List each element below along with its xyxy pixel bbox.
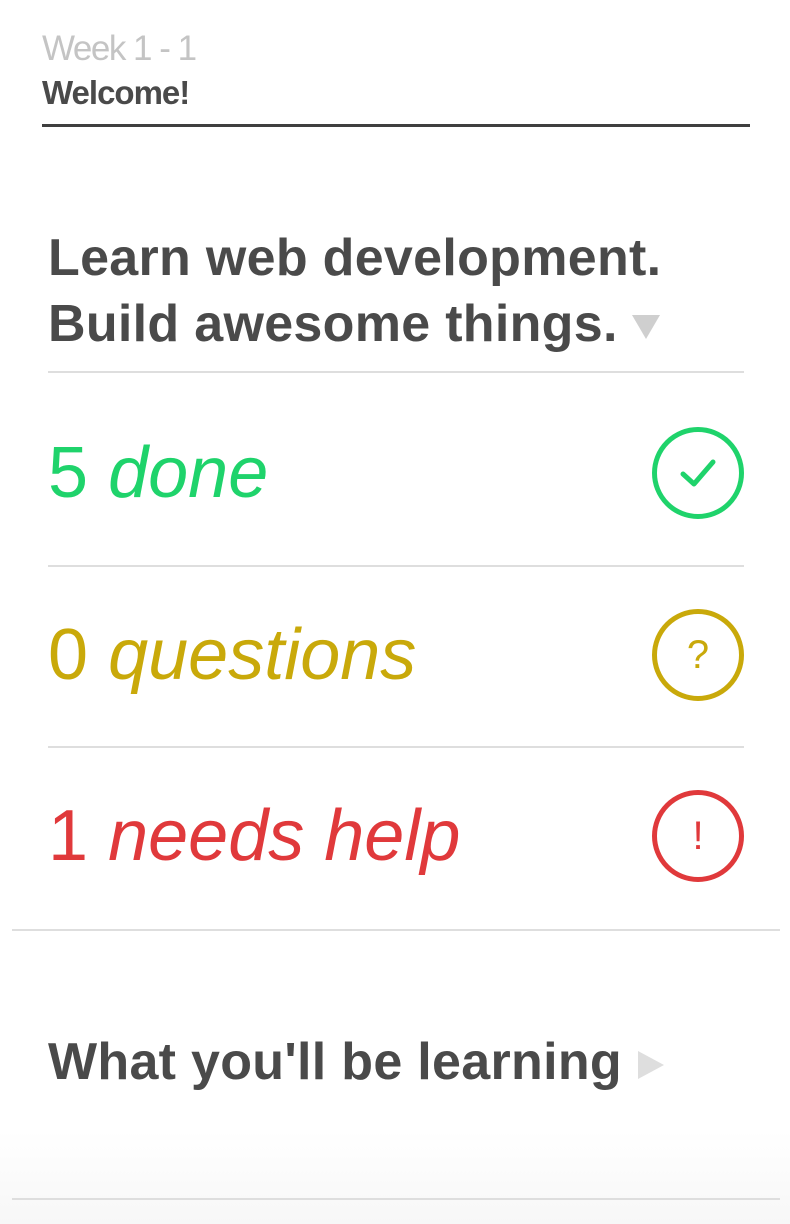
stat-count: 1	[48, 796, 89, 876]
week-label: Week 1 - 1	[42, 29, 197, 68]
caret-right-icon	[637, 1051, 664, 1080]
question-glyph: ?	[686, 633, 710, 677]
stat-count: 5	[48, 433, 89, 513]
section-divider	[12, 929, 780, 931]
stat-label: done	[108, 433, 269, 513]
stat-count: 0	[48, 615, 89, 695]
bottom-fade	[0, 1130, 790, 1224]
learning-title: What you'll be learning	[48, 1033, 622, 1091]
exclamation-glyph: !	[692, 814, 704, 858]
lesson-header: Week 1 - 1 Welcome!	[42, 28, 750, 112]
stat-label: questions	[108, 615, 417, 695]
bottom-divider	[12, 1198, 780, 1200]
check-circle-icon	[652, 427, 744, 519]
exclamation-circle-icon: !	[652, 790, 744, 882]
question-circle-icon: ?	[652, 609, 744, 701]
stat-row-done[interactable]: 5 done	[48, 383, 744, 563]
header-divider	[42, 124, 750, 127]
divider	[48, 371, 744, 373]
caret-down-icon	[631, 315, 660, 340]
intro-toggle[interactable]: Learn web development. Build awesome thi…	[48, 225, 768, 357]
lesson-title: Welcome!	[42, 74, 190, 111]
learning-section-toggle[interactable]: What you'll be learning	[48, 1030, 664, 1094]
stat-text: 0 questions	[48, 615, 416, 695]
headline-line-2: Build awesome things.	[48, 295, 618, 353]
stat-text: 5 done	[48, 433, 268, 513]
headline-line-1: Learn web development.	[48, 229, 662, 287]
stat-row-needs-help[interactable]: 1 needs help !	[48, 746, 744, 926]
stat-label: needs help	[108, 796, 461, 876]
stat-row-questions[interactable]: 0 questions ?	[48, 565, 744, 745]
stat-text: 1 needs help	[48, 796, 460, 876]
